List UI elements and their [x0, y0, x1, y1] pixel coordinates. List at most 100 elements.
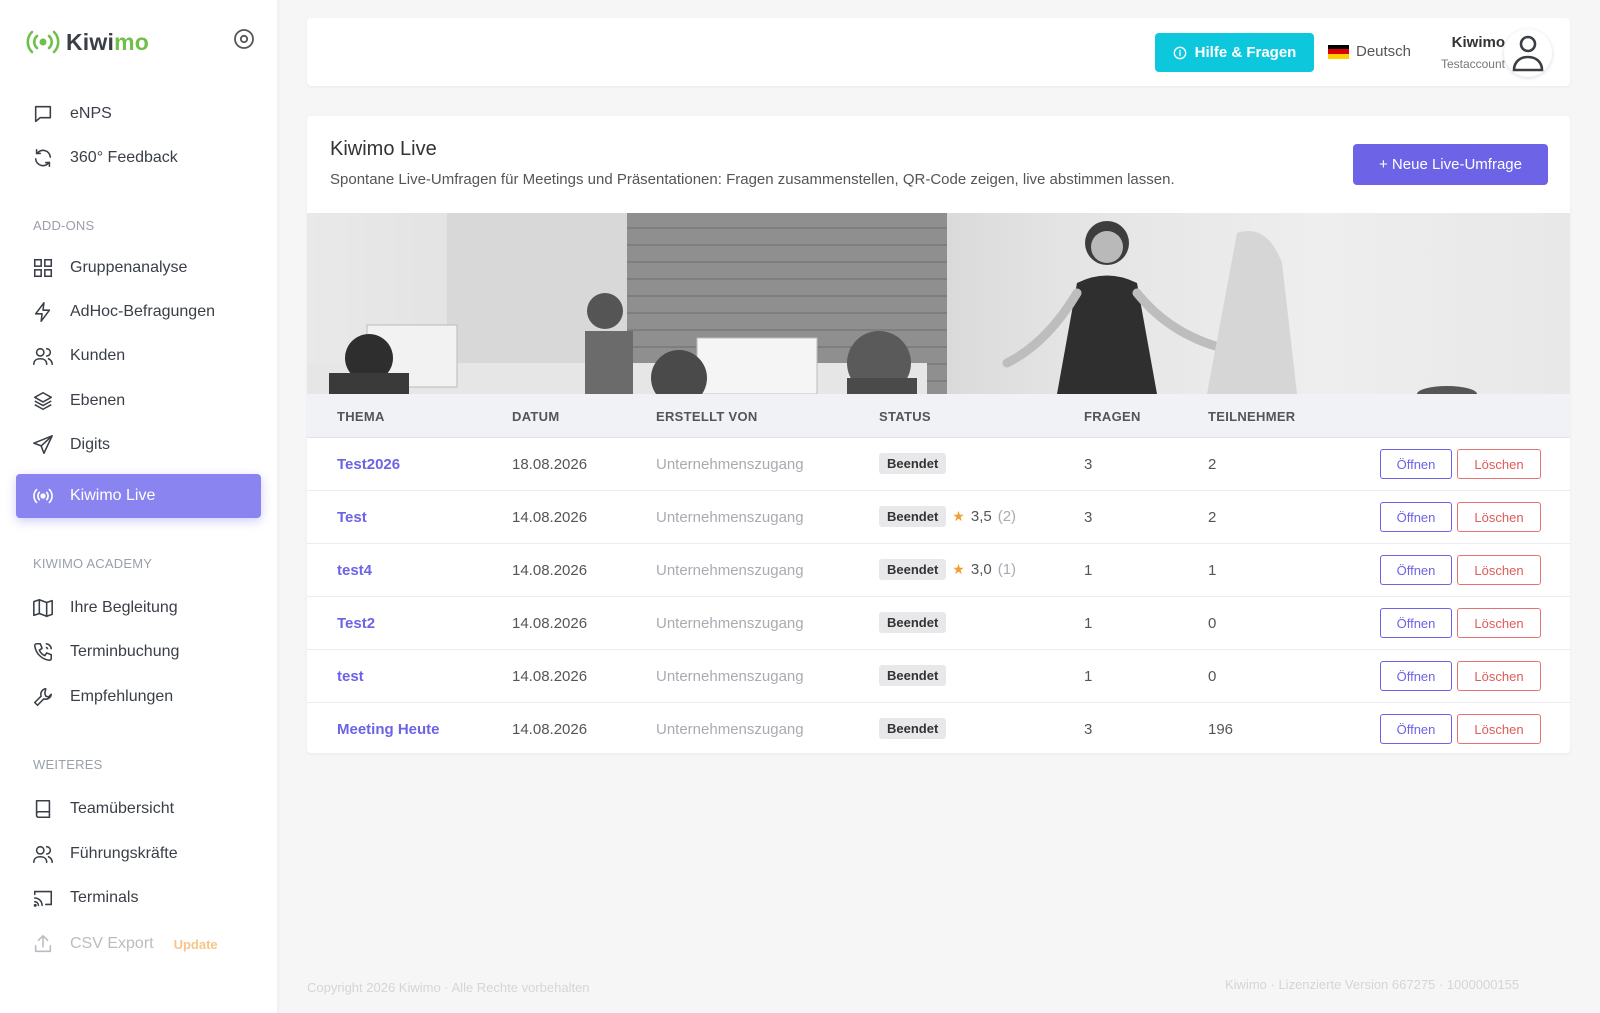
table-row: test 14.08.2026 Unternehmenszugang Beend…: [307, 650, 1570, 703]
sidebar-item-empfehlungen[interactable]: Empfehlungen: [16, 675, 261, 719]
sidebar-item-terminals[interactable]: Terminals: [16, 876, 261, 920]
delete-button[interactable]: Löschen: [1457, 714, 1541, 744]
open-button[interactable]: Öffnen: [1380, 502, 1452, 532]
survey-theme-link[interactable]: Test2: [337, 615, 375, 632]
table-row: Test 14.08.2026 Unternehmenszugang Beend…: [307, 491, 1570, 544]
column-header-date[interactable]: DATUM: [512, 409, 559, 424]
survey-theme-link[interactable]: Test2026: [337, 456, 400, 473]
sidebar-item-360-feedback[interactable]: 360° Feedback: [16, 136, 261, 180]
sidebar-item-digits[interactable]: Digits: [16, 423, 261, 467]
users-icon: [33, 845, 53, 864]
survey-questions-count: 1: [1084, 562, 1093, 579]
sidebar-item-teamuebersicht[interactable]: Teamübersicht: [16, 787, 261, 831]
upload-icon: [34, 934, 52, 953]
open-button[interactable]: Öffnen: [1380, 449, 1452, 479]
open-button[interactable]: Öffnen: [1380, 555, 1452, 585]
survey-questions-count: 1: [1084, 668, 1093, 685]
page-description: Spontane Live-Umfragen für Meetings und …: [330, 171, 1175, 188]
survey-date: 14.08.2026: [512, 509, 588, 526]
survey-questions-count: 3: [1084, 456, 1093, 473]
survey-participants-count: 2: [1208, 509, 1217, 526]
delete-button[interactable]: Löschen: [1457, 608, 1541, 638]
survey-creator: Unternehmenszugang: [656, 615, 804, 632]
sidebar-item-label: Kunden: [70, 347, 126, 364]
refresh-icon: [34, 148, 52, 168]
sidebar-item-label: Führungskräfte: [70, 845, 178, 862]
book-icon: [35, 799, 51, 819]
survey-theme-link[interactable]: Meeting Heute: [337, 721, 440, 738]
status-badge: Beendet: [879, 718, 947, 739]
table-row: Test2026 18.08.2026 Unternehmenszugang B…: [307, 438, 1570, 491]
wrench-icon: [33, 687, 53, 707]
column-header-questions[interactable]: FRAGEN: [1084, 409, 1141, 424]
sidebar-item-csv-export[interactable]: CSV Export Update: [16, 922, 261, 966]
sidebar-item-terminbuchung[interactable]: Terminbuchung: [16, 630, 261, 674]
survey-creator: Unternehmenszugang: [656, 668, 804, 685]
sidebar-item-label: AdHoc-Befragungen: [70, 303, 215, 320]
sidebar-item-label: Kiwimo Live: [70, 487, 156, 504]
survey-questions-count: 3: [1084, 509, 1093, 526]
survey-date: 14.08.2026: [512, 615, 588, 632]
survey-participants-count: 2: [1208, 456, 1217, 473]
survey-creator: Unternehmenszugang: [656, 562, 804, 579]
delete-button[interactable]: Löschen: [1457, 449, 1541, 479]
survey-questions-count: 3: [1084, 721, 1093, 738]
survey-participants-count: 0: [1208, 615, 1217, 632]
sidebar-item-label: Digits: [70, 436, 111, 453]
open-button[interactable]: Öffnen: [1380, 661, 1452, 691]
survey-questions-count: 1: [1084, 615, 1093, 632]
survey-participants-count: 0: [1208, 668, 1217, 685]
delete-button[interactable]: Löschen: [1457, 555, 1541, 585]
survey-participants-count: 1: [1208, 562, 1217, 579]
column-header-creator[interactable]: ERSTELLT VON: [656, 409, 758, 424]
survey-theme-link[interactable]: test: [337, 668, 364, 685]
new-live-survey-button[interactable]: + Neue Live-Umfrage: [1353, 144, 1548, 185]
sidebar-item-label: Gruppenanalyse: [70, 259, 188, 276]
german-flag-icon: [1328, 44, 1349, 59]
survey-date: 18.08.2026: [512, 456, 588, 473]
rating-value: 3,5: [970, 508, 992, 525]
survey-theme-link[interactable]: Test: [337, 509, 367, 526]
sidebar-item-kiwimo-live[interactable]: Kiwimo Live: [16, 474, 261, 518]
survey-status: Beendet: [879, 665, 947, 686]
users-icon: [33, 347, 53, 366]
column-header-participants[interactable]: TEILNEHMER: [1208, 409, 1296, 424]
delete-button[interactable]: Löschen: [1457, 661, 1541, 691]
survey-creator: Unternehmenszugang: [656, 509, 804, 526]
sidebar-item-kunden[interactable]: Kunden: [16, 334, 261, 378]
send-icon: [33, 435, 53, 455]
avatar[interactable]: [1504, 29, 1552, 77]
rating-count: (2): [997, 508, 1017, 525]
open-button[interactable]: Öffnen: [1380, 714, 1452, 744]
delete-button[interactable]: Löschen: [1457, 502, 1541, 532]
help-button[interactable]: Hilfe & Fragen: [1155, 33, 1314, 72]
sidebar-item-label: eNPS: [70, 105, 112, 122]
sidebar-item-label: Empfehlungen: [70, 688, 174, 705]
live-surveys-card: Kiwimo Live Spontane Live-Umfragen für M…: [307, 116, 1570, 753]
sidebar-item-label: Ihre Begleitung: [70, 599, 178, 616]
sidebar-item-fuehrungskraefte[interactable]: Führungskräfte: [16, 832, 261, 876]
column-header-status[interactable]: STATUS: [879, 409, 931, 424]
kiwimo-logo[interactable]: Kiwimo: [26, 28, 149, 56]
user-account-type: Testaccount: [1440, 57, 1505, 71]
sidebar-item-gruppenanalyse[interactable]: Gruppenanalyse: [16, 246, 261, 290]
sidebar-item-label: CSV Export: [70, 935, 154, 952]
user-name: Kiwimo: [1451, 34, 1505, 51]
survey-date: 14.08.2026: [512, 562, 588, 579]
page-title: Kiwimo Live: [330, 138, 437, 160]
sidebar-item-enps[interactable]: eNPS: [16, 92, 261, 136]
section-heading-academy: KIWIMO ACADEMY: [33, 556, 153, 571]
info-icon: [1173, 46, 1186, 59]
cast-icon: [33, 890, 53, 907]
survey-theme-link[interactable]: test4: [337, 562, 372, 579]
sidebar-item-ebenen[interactable]: Ebenen: [16, 379, 261, 423]
sidebar-item-adhoc-befragungen[interactable]: AdHoc-Befragungen: [16, 290, 261, 334]
language-label: Deutsch: [1356, 43, 1412, 60]
column-header-theme[interactable]: THEMA: [337, 409, 385, 424]
language-selector[interactable]: Deutsch: [1328, 43, 1411, 60]
sidebar-item-ihre-begleitung[interactable]: Ihre Begleitung: [16, 586, 261, 630]
target-toggle-icon[interactable]: [233, 28, 255, 50]
status-badge: Beendet: [879, 559, 947, 580]
survey-status: Beendet ★ 3,0 (1): [879, 559, 1016, 580]
open-button[interactable]: Öffnen: [1380, 608, 1452, 638]
